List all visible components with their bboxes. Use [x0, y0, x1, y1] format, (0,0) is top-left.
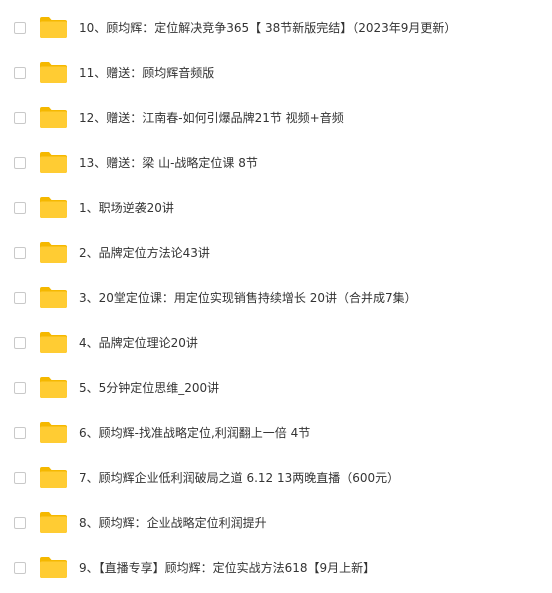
row-checkbox[interactable] [14, 471, 26, 484]
file-name[interactable]: 9、【直播专享】顾均辉：定位实战方法618【9月上新】 [79, 560, 375, 576]
row-checkbox[interactable] [14, 246, 26, 259]
file-row[interactable]: 5、5分钟定位思维_200讲 [0, 365, 552, 410]
file-row[interactable]: 2、品牌定位方法论43讲 [0, 230, 552, 275]
file-row[interactable]: 13、赠送：梁 山-战略定位课 8节 [0, 140, 552, 185]
file-name[interactable]: 1、职场逆袭20讲 [79, 200, 174, 216]
folder-icon [40, 107, 67, 128]
row-checkbox[interactable] [14, 291, 26, 304]
folder-icon [40, 197, 67, 218]
file-name[interactable]: 13、赠送：梁 山-战略定位课 8节 [79, 155, 258, 171]
file-name[interactable]: 12、赠送：江南春-如何引爆品牌21节 视频+音频 [79, 110, 344, 126]
file-row[interactable]: 12、赠送：江南春-如何引爆品牌21节 视频+音频 [0, 95, 552, 140]
row-checkbox[interactable] [14, 66, 26, 79]
folder-icon [40, 512, 67, 533]
folder-icon [40, 287, 67, 308]
folder-icon [40, 377, 67, 398]
folder-icon [40, 332, 67, 353]
file-name[interactable]: 5、5分钟定位思维_200讲 [79, 380, 219, 396]
row-checkbox[interactable] [14, 21, 26, 34]
file-name[interactable]: 7、顾均辉企业低利润破局之道 6.12 13两晚直播（600元） [79, 470, 399, 486]
file-row[interactable]: 6、顾均辉-找准战略定位,利润翻上一倍 4节 [0, 410, 552, 455]
file-name[interactable]: 2、品牌定位方法论43讲 [79, 245, 210, 261]
file-name[interactable]: 6、顾均辉-找准战略定位,利润翻上一倍 4节 [79, 425, 310, 441]
row-checkbox[interactable] [14, 201, 26, 214]
file-name[interactable]: 4、品牌定位理论20讲 [79, 335, 198, 351]
row-checkbox[interactable] [14, 426, 26, 439]
file-row[interactable]: 9、【直播专享】顾均辉：定位实战方法618【9月上新】 [0, 545, 552, 590]
file-row[interactable]: 3、20堂定位课：用定位实现销售持续增长 20讲（合并成7集） [0, 275, 552, 320]
folder-icon [40, 422, 67, 443]
file-list: 10、顾均辉：定位解决竞争365【 38节新版完结】（2023年9月更新） 11… [0, 5, 552, 593]
file-name[interactable]: 11、赠送：顾均辉音频版 [79, 65, 214, 81]
file-name[interactable]: 8、顾均辉：企业战略定位利润提升 [79, 515, 267, 531]
folder-icon [40, 152, 67, 173]
folder-icon [40, 62, 67, 83]
row-checkbox[interactable] [14, 561, 26, 574]
file-name[interactable]: 10、顾均辉：定位解决竞争365【 38节新版完结】（2023年9月更新） [79, 20, 456, 36]
folder-icon [40, 242, 67, 263]
row-checkbox[interactable] [14, 336, 26, 349]
file-name[interactable]: 3、20堂定位课：用定位实现销售持续增长 20讲（合并成7集） [79, 290, 417, 306]
folder-icon [40, 557, 67, 578]
folder-icon [40, 17, 67, 38]
file-row[interactable]: 7、顾均辉企业低利润破局之道 6.12 13两晚直播（600元） [0, 455, 552, 500]
file-row[interactable]: 4、品牌定位理论20讲 [0, 320, 552, 365]
file-row[interactable]: 8、顾均辉：企业战略定位利润提升 [0, 500, 552, 545]
row-checkbox[interactable] [14, 381, 26, 394]
row-checkbox[interactable] [14, 516, 26, 529]
row-checkbox[interactable] [14, 156, 26, 169]
file-row[interactable]: 10、顾均辉：定位解决竞争365【 38节新版完结】（2023年9月更新） [0, 5, 552, 50]
file-row[interactable]: 1、职场逆袭20讲 [0, 185, 552, 230]
row-checkbox[interactable] [14, 111, 26, 124]
file-row[interactable]: 11、赠送：顾均辉音频版 [0, 50, 552, 95]
folder-icon [40, 467, 67, 488]
